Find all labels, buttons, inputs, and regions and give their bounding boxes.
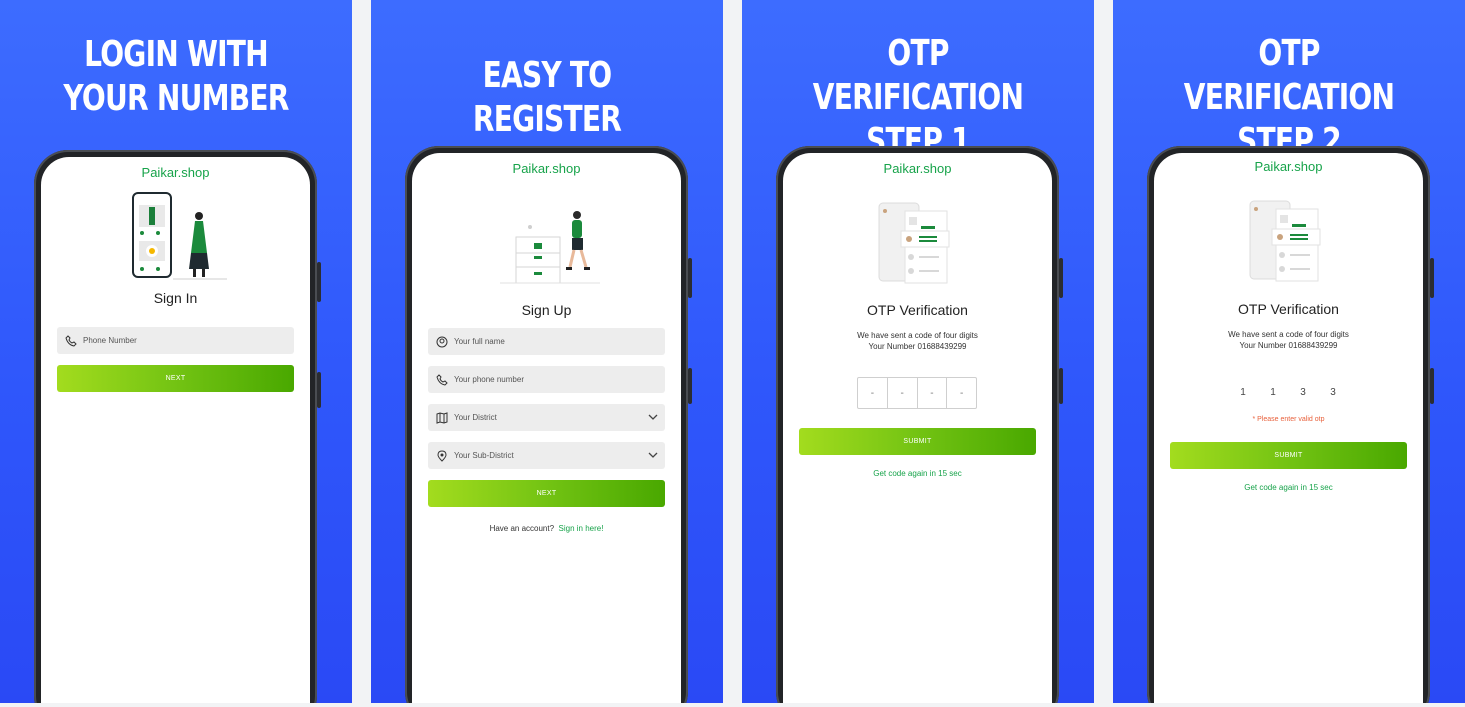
sign-in-prompt: Have an account? Sign in here! <box>412 523 681 534</box>
otp-verification-title: OTP Verification <box>867 302 968 318</box>
phone-icon <box>436 373 448 386</box>
otp-sent-message: We have sent a code of four digits <box>857 331 978 340</box>
otp-sent-message: We have sent a code of four digits <box>1228 330 1349 339</box>
otp-digit-field[interactable]: - <box>858 378 888 408</box>
heading-line: EASY TO REGISTER <box>472 55 622 140</box>
otp-illustration <box>878 202 950 284</box>
district-select[interactable]: Your District <box>428 404 665 431</box>
phone-number-input[interactable]: Your phone number <box>428 366 665 393</box>
phone-number-input[interactable]: Phone Number <box>57 327 294 354</box>
otp-digit-field[interactable]: 1 <box>1228 387 1258 398</box>
brand-logo-text: Paikar.shop <box>1254 159 1323 174</box>
panel-heading: EASY TO REGISTER <box>410 54 685 142</box>
user-icon <box>436 336 448 347</box>
chevron-down-icon <box>648 414 658 420</box>
location-pin-icon <box>437 449 447 462</box>
promo-panel-otp-step1: OTP VERIFICATION STEP 1 Paikar.shop OTP … <box>742 0 1094 703</box>
heading-line: OTP VERIFICATION <box>812 33 1024 118</box>
otp-phone-number: Your Number 01688439299 <box>868 342 967 351</box>
heading-line: YOUR NUMBER <box>63 78 289 119</box>
promo-panel-login: LOGIN WITH YOUR NUMBER Paikar.shop Sign … <box>0 0 352 703</box>
promo-panel-otp-step2: OTP VERIFICATION STEP 2 Paikar.shop OTP … <box>1113 0 1465 703</box>
resend-code-link[interactable]: Get code again in 15 sec <box>783 468 1052 479</box>
otp-input-group[interactable]: - - - - <box>857 377 977 409</box>
otp-verification-title: OTP Verification <box>1238 301 1339 317</box>
full-name-placeholder: Your full name <box>454 337 505 346</box>
phone-screen: Paikar.shop OTP Verification We have sen… <box>783 153 1052 703</box>
promo-panel-register: EASY TO REGISTER Paikar.shop Sign Up You… <box>371 0 723 703</box>
sign-in-link[interactable]: Sign in here! <box>559 524 604 533</box>
sign-up-title: Sign Up <box>521 302 572 318</box>
phone-icon <box>65 334 77 347</box>
heading-line: OTP VERIFICATION <box>1183 33 1395 118</box>
phone-mockup: Paikar.shop Sign Up Your full name Your … <box>405 146 692 703</box>
phone-mockup: Paikar.shop OTP Verification We have sen… <box>1147 146 1434 703</box>
map-icon <box>436 411 448 424</box>
otp-digit-field[interactable]: - <box>918 378 948 408</box>
panel-heading: LOGIN WITH YOUR NUMBER <box>39 33 314 121</box>
panel-heading: OTP VERIFICATION STEP 2 <box>1152 32 1427 164</box>
otp-input-group[interactable]: 1 1 3 3 <box>1228 387 1348 398</box>
login-illustration <box>132 192 227 280</box>
next-button[interactable]: NEXT <box>57 365 294 392</box>
otp-digit-field[interactable]: 3 <box>1318 387 1348 398</box>
panel-heading: OTP VERIFICATION STEP 1 <box>781 32 1056 164</box>
heading-line: LOGIN WITH <box>84 34 269 75</box>
phone-screen: Paikar.shop Sign Up Your full name Your … <box>412 153 681 703</box>
otp-digit-field[interactable]: - <box>947 378 976 408</box>
next-button[interactable]: NEXT <box>428 480 665 507</box>
sub-district-placeholder: Your Sub-District <box>454 451 514 460</box>
district-placeholder: Your District <box>454 413 497 422</box>
otp-digit-field[interactable]: - <box>888 378 918 408</box>
sign-in-title: Sign In <box>153 290 198 306</box>
phone-mockup: Paikar.shop Sign In Phone Number NEXT <box>34 150 321 703</box>
phone-screen: Paikar.shop Sign In Phone Number NEXT <box>41 157 310 703</box>
phone-number-placeholder: Your phone number <box>454 375 524 384</box>
phone-mockup: Paikar.shop OTP Verification We have sen… <box>776 146 1063 703</box>
phone-screen: Paikar.shop OTP Verification We have sen… <box>1154 153 1423 703</box>
otp-error-message: * Please enter valid otp <box>1252 416 1325 423</box>
otp-digit-field[interactable]: 1 <box>1258 387 1288 398</box>
register-illustration <box>500 211 600 284</box>
have-account-text: Have an account? <box>489 524 555 533</box>
otp-digit-field[interactable]: 3 <box>1288 387 1318 398</box>
resend-code-link[interactable]: Get code again in 15 sec <box>1154 482 1423 493</box>
otp-illustration <box>1249 200 1321 282</box>
sub-district-select[interactable]: Your Sub-District <box>428 442 665 469</box>
phone-number-placeholder: Phone Number <box>83 336 137 345</box>
otp-phone-number: Your Number 01688439299 <box>1239 341 1338 350</box>
brand-logo-text: Paikar.shop <box>883 161 952 176</box>
full-name-input[interactable]: Your full name <box>428 328 665 355</box>
submit-button[interactable]: SUBMIT <box>1170 442 1407 469</box>
submit-button[interactable]: SUBMIT <box>799 428 1036 455</box>
chevron-down-icon <box>648 452 658 458</box>
brand-logo-text: Paikar.shop <box>512 161 581 176</box>
brand-logo-text: Paikar.shop <box>141 165 210 180</box>
